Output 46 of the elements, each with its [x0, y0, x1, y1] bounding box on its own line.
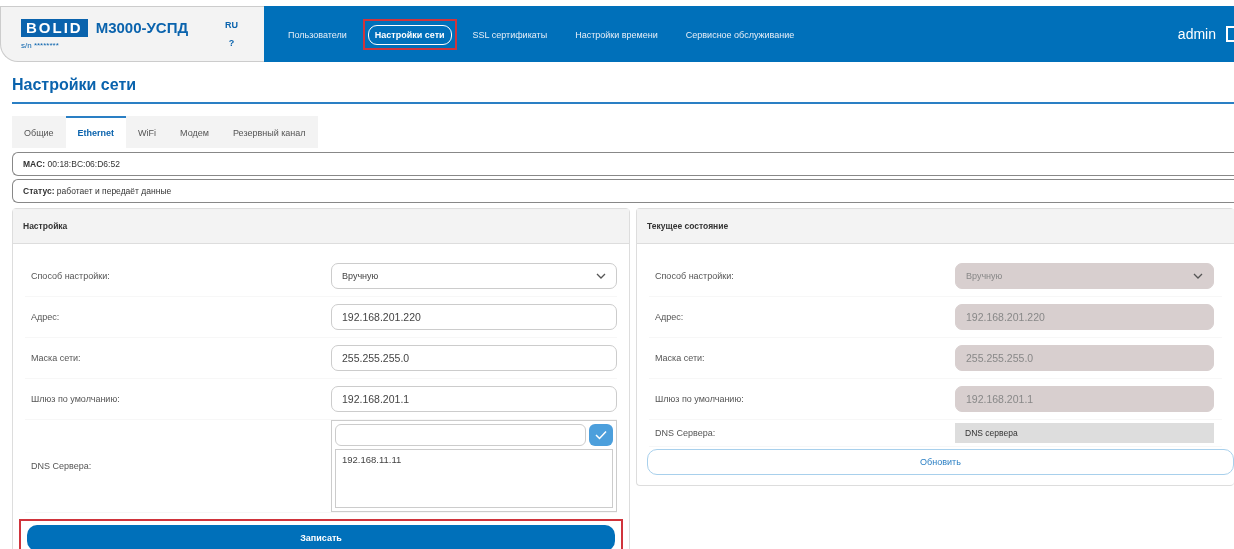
panel-title: Текущее состояние [637, 209, 1234, 244]
field-label: DNS Сервера: [654, 428, 717, 438]
field-label: Маска сети: [30, 353, 82, 363]
field-label: Адрес: [654, 312, 685, 322]
field-label: Шлюз по умолчанию: [30, 394, 121, 404]
confirm-button[interactable] [589, 424, 613, 446]
tab[interactable]: Модем [168, 116, 221, 148]
save-button[interactable]: Записать [27, 525, 615, 549]
panel-title: Настройка [13, 209, 629, 244]
check-icon [595, 430, 607, 440]
field-label: DNS Сервера: [30, 461, 93, 471]
tab[interactable]: Резервный канал [220, 116, 318, 148]
nav-link[interactable]: Настройки времени [568, 24, 665, 45]
input-field[interactable]: 192.168.201.220 [331, 304, 617, 330]
nav-link[interactable]: Настройки сети [367, 24, 452, 45]
list-item[interactable]: 192.168.11.11 [342, 454, 606, 465]
page-title: Настройки сети [12, 76, 138, 95]
user-name[interactable]: admin [1177, 26, 1216, 42]
refresh-button[interactable]: Обновить [647, 449, 1234, 475]
help-button[interactable]: ? [228, 38, 235, 48]
dns-list: DNS сервера [955, 423, 1214, 443]
product-name: М3000-УСПД [95, 19, 189, 36]
nav-link[interactable]: Сервисное обслуживание [678, 24, 802, 45]
dns-list[interactable]: 192.168.11.11 [335, 449, 613, 508]
nav-link[interactable]: Пользователи [281, 24, 354, 45]
info-row: MAC: 00:18:BC:06:D6:52 [12, 152, 1234, 176]
language-button[interactable]: RU [225, 20, 238, 30]
field-label: Маска сети: [654, 353, 706, 363]
input-field[interactable]: 255.255.255.0 [331, 345, 617, 371]
tab[interactable]: Общие [12, 116, 66, 148]
field-label: Адрес: [30, 312, 61, 322]
input-field[interactable]: 192.168.201.1 [331, 386, 617, 412]
tab[interactable]: WiFi [126, 116, 169, 148]
logo: BOLID [21, 18, 88, 37]
nav-link[interactable]: SSL сертификаты [465, 24, 555, 45]
tab[interactable]: Ethernet [65, 116, 127, 148]
serial-number: s/n ******** [21, 40, 60, 50]
chevron-down-icon [1193, 273, 1203, 279]
info-row: Статус: работает и передаёт данные [12, 179, 1234, 203]
input-field[interactable] [335, 424, 586, 446]
logout-icon[interactable] [1226, 26, 1234, 42]
chevron-down-icon [596, 273, 606, 279]
field-label: Способ настройки: [654, 271, 735, 281]
field-label: Способ настройки: [30, 271, 111, 281]
select-field[interactable]: Вручную [331, 263, 617, 289]
field-label: Шлюз по умолчанию: [654, 394, 745, 404]
